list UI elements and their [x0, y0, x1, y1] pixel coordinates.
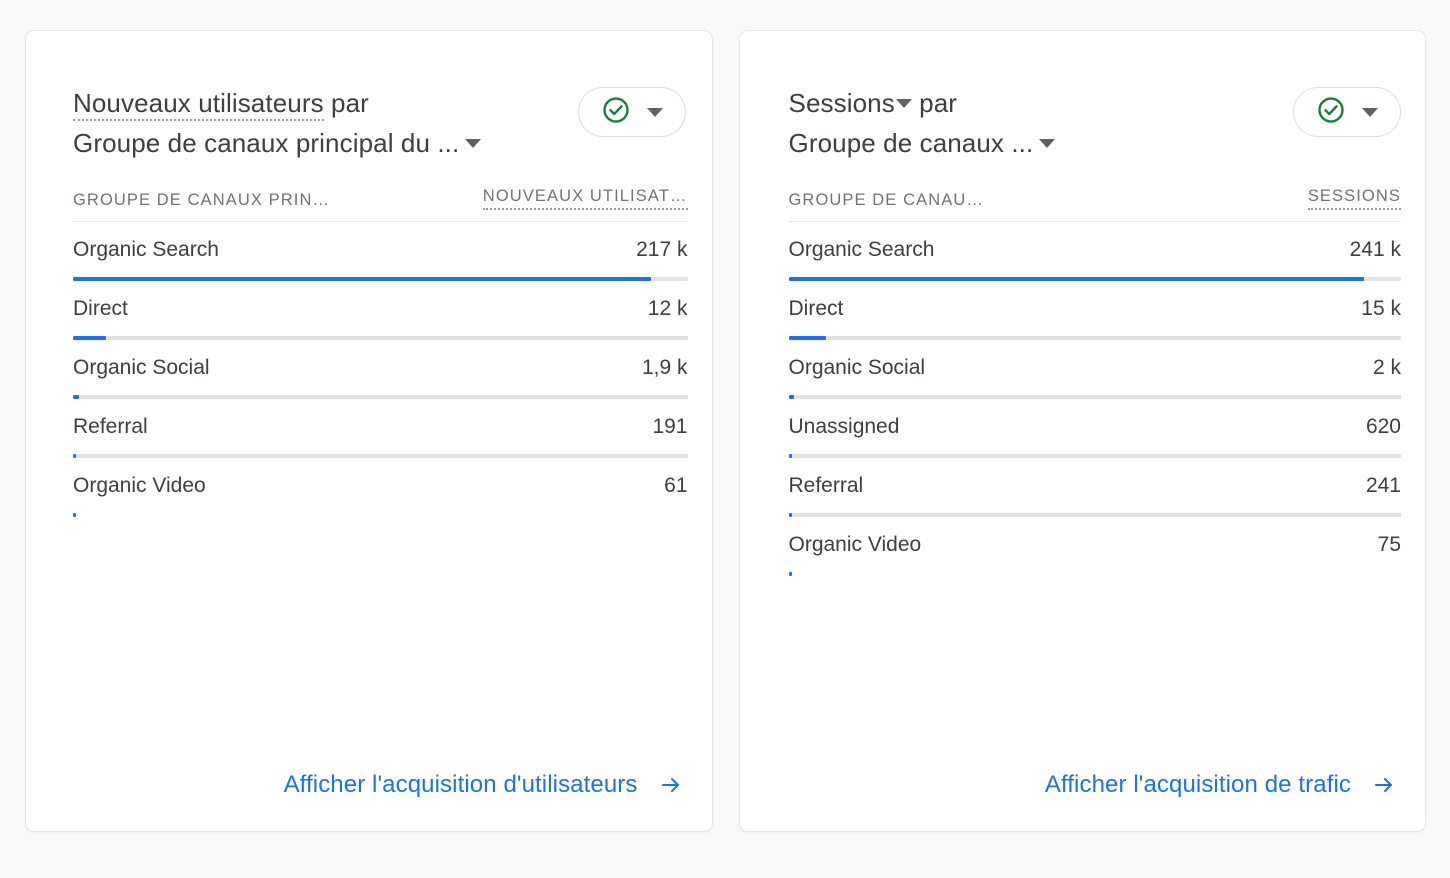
comparison-button[interactable]	[577, 87, 686, 137]
chevron-down-icon[interactable]	[465, 139, 482, 149]
dimension-selector-channel-group[interactable]: Groupe de canaux ...	[789, 128, 1034, 158]
row-label: Organic Search	[73, 238, 219, 261]
comparison-button[interactable]	[1293, 87, 1401, 137]
row-label: Direct	[73, 297, 128, 320]
row-value: 1,9 k	[641, 356, 688, 379]
table-row[interactable]: Unassigned 620	[788, 399, 1401, 458]
row-label: Organic Social	[73, 356, 210, 379]
dashboard-cards-container: Nouveaux utilisateurs par Groupe de cana…	[0, 0, 1450, 878]
row-label: Organic Social	[788, 356, 926, 379]
table-body: Organic Search 217 k Direct 12 k Organic…	[73, 222, 688, 517]
row-label: Organic Video	[788, 533, 922, 556]
table-body: Organic Search 241 k Direct 15 k Organic…	[788, 222, 1402, 576]
chevron-down-icon[interactable]	[895, 99, 912, 109]
row-value: 75	[1377, 533, 1401, 556]
column-header-metric[interactable]: SESSIONS	[1307, 187, 1401, 210]
dimension-selector-channel-group[interactable]: Groupe de canaux principal du ...	[73, 128, 459, 158]
check-circle-icon	[1316, 95, 1346, 130]
table-row[interactable]: Organic Social 1,9 k	[73, 340, 688, 399]
data-table: GROUPE DE CANAUX PRIN… NOUVEAUX UTILISAT…	[26, 187, 712, 517]
row-label: Unassigned	[788, 415, 900, 438]
table-row[interactable]: Organic Social 2 k	[788, 340, 1401, 399]
view-traffic-acquisition-link[interactable]: Afficher l'acquisition de trafic	[1045, 771, 1399, 799]
table-row[interactable]: Referral 241	[788, 458, 1401, 517]
card-header: Sessions par Groupe de canaux ...	[740, 31, 1426, 163]
metric-selector-new-users[interactable]: Nouveaux utilisateurs	[73, 88, 324, 121]
row-label: Referral	[73, 415, 148, 438]
card-header: Nouveaux utilisateurs par Groupe de cana…	[26, 31, 712, 163]
table-row[interactable]: Direct 12 k	[73, 281, 688, 340]
row-bar-track	[73, 513, 688, 517]
row-value: 620	[1365, 415, 1401, 438]
row-value: 15 k	[1361, 297, 1401, 320]
card-title: Nouveaux utilisateurs par Groupe de cana…	[73, 83, 482, 163]
chevron-down-icon[interactable]	[1362, 107, 1378, 117]
table-header-row: GROUPE DE CANAU… SESSIONS	[788, 187, 1401, 222]
table-row[interactable]: Direct 15 k	[788, 281, 1401, 340]
title-connector: par	[323, 88, 369, 118]
row-value: 217 k	[636, 238, 688, 261]
table-row[interactable]: Organic Search 217 k	[73, 222, 688, 281]
row-bar-track	[788, 572, 1402, 576]
data-table: GROUPE DE CANAU… SESSIONS Organic Search…	[740, 187, 1426, 576]
table-header-row: GROUPE DE CANAUX PRIN… NOUVEAUX UTILISAT…	[73, 187, 688, 222]
check-circle-icon	[601, 95, 631, 130]
arrow-right-icon	[1369, 773, 1399, 797]
table-row[interactable]: Organic Video 75	[788, 517, 1402, 576]
footer-link-label: Afficher l'acquisition d'utilisateurs	[283, 771, 638, 798]
card-new-users: Nouveaux utilisateurs par Groupe de cana…	[25, 30, 713, 832]
footer-link-label: Afficher l'acquisition de trafic	[1044, 771, 1351, 798]
row-label: Direct	[788, 297, 844, 320]
table-row[interactable]: Organic Search 241 k	[788, 222, 1401, 281]
row-label: Organic Search	[788, 238, 935, 261]
view-user-acquisition-link[interactable]: Afficher l'acquisition d'utilisateurs	[284, 771, 686, 799]
row-value: 2 k	[1372, 356, 1401, 379]
card-title: Sessions par Groupe de canaux ...	[789, 83, 1056, 163]
row-label: Referral	[788, 474, 864, 497]
column-header-dimension: GROUPE DE CANAUX PRIN…	[73, 191, 331, 209]
row-value: 12 k	[647, 297, 688, 320]
chevron-down-icon[interactable]	[646, 107, 663, 117]
metric-selector-sessions[interactable]: Sessions	[789, 88, 895, 118]
arrow-right-icon	[656, 773, 686, 797]
row-bar-fill	[73, 513, 76, 517]
card-footer: Afficher l'acquisition d'utilisateurs	[26, 771, 712, 831]
column-header-dimension: GROUPE DE CANAU…	[788, 191, 984, 209]
table-row[interactable]: Organic Video 61	[73, 458, 688, 517]
row-label: Organic Video	[73, 474, 206, 497]
row-value: 191	[652, 415, 688, 438]
row-bar-fill	[788, 572, 792, 576]
column-header-metric[interactable]: NOUVEAUX UTILISAT…	[482, 187, 688, 210]
row-value: 241 k	[1349, 238, 1401, 261]
title-connector: par	[911, 88, 958, 118]
row-value: 61	[664, 474, 688, 497]
row-value: 241	[1365, 474, 1401, 497]
card-sessions: Sessions par Groupe de canaux ... GROUPE	[738, 30, 1426, 832]
table-row[interactable]: Referral 191	[73, 399, 688, 458]
chevron-down-icon[interactable]	[1039, 139, 1056, 149]
card-footer: Afficher l'acquisition de trafic	[740, 771, 1426, 831]
